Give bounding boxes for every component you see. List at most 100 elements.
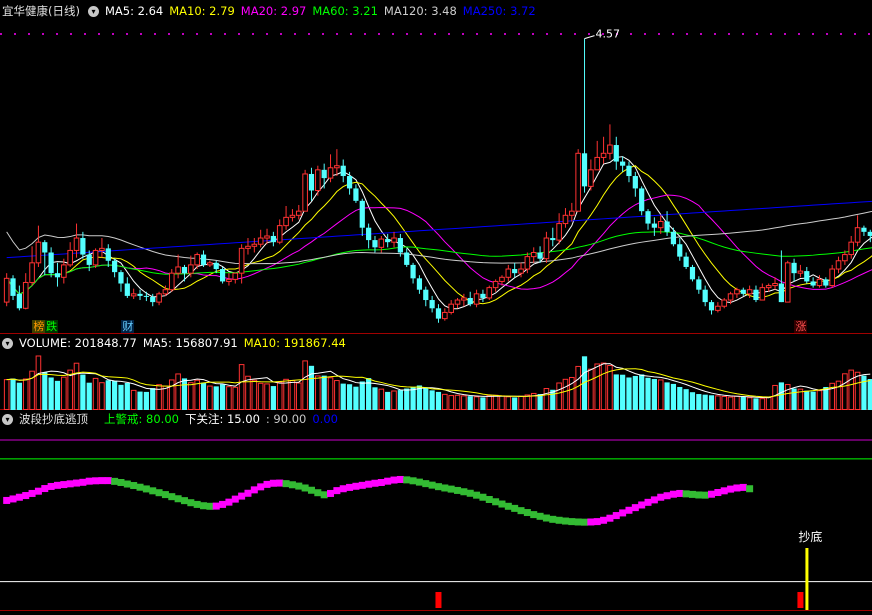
volume-bar [283,378,289,410]
indicator-point [473,491,481,499]
indicator-point [187,499,195,507]
candle [632,176,638,189]
volume-bar [689,392,696,410]
candle [530,252,537,258]
event-tag[interactable]: 涨 [794,320,808,333]
indicator-point [238,492,246,500]
candle [683,256,689,267]
candle [842,254,848,262]
candle [753,289,759,301]
indicator-point [708,490,716,498]
indicator-point [739,483,747,491]
indicator-point [638,501,646,509]
candle [702,289,708,303]
indicator-point [206,502,214,510]
volume-bar [238,364,245,411]
volume-bar [99,382,105,410]
candle [727,293,734,301]
guide-dot [826,33,828,35]
indicator-point [47,482,55,490]
volume-bar [429,390,435,410]
legend-item: MA20: 2.97 [240,4,307,18]
event-tag[interactable]: 榜 [32,320,46,333]
indicator-point [225,498,233,506]
candle [308,173,315,191]
indicator-point [288,481,296,489]
indicator-point [352,482,360,490]
legend-item: MA10: 191867.44 [243,336,346,350]
candle [48,252,54,274]
chevron-down-icon[interactable]: ▾ [87,5,99,17]
indicator-point [174,495,182,503]
guide-dot [322,33,324,35]
ma-legend: MA5: 2.64 MA10: 2.79 MA20: 2.97 MA60: 3.21 M… [105,3,542,19]
guide-dot [448,33,450,35]
indicator-point [98,477,106,485]
legend-item: 上警戒: 80.00 [104,412,179,426]
volume-bar [639,374,645,410]
candle [657,221,664,229]
signal-bar [435,592,442,608]
indicator-point [193,500,201,508]
volume-bar [734,395,740,410]
indicator-point [358,481,366,489]
candle [461,297,467,301]
indicator-point [250,486,258,494]
signal-bar [797,592,804,608]
guide-dot [434,33,436,35]
guide-dot [280,33,282,35]
volume-bar [251,379,258,411]
candle [784,262,791,303]
indicator-point [428,481,436,489]
volume-bar [740,396,746,410]
volume-bar [486,395,493,411]
stock-chart: 4.57 抄底 [0,28,872,611]
indicator-point [492,498,500,506]
volume-bar [112,380,118,410]
legend-item: MA5: 156807.91 [142,336,238,350]
candle [639,188,645,212]
volume-bar [854,371,861,410]
guide-dot [196,33,198,35]
candle [518,268,524,274]
guide-dot [742,33,744,35]
indicator-point [136,483,144,491]
indicator-point [327,489,335,497]
chevron-down-icon[interactable]: ▾ [2,337,13,349]
volume-bar [359,381,365,410]
candle [295,210,302,216]
indicator-point [269,479,277,487]
candle [480,293,486,298]
volume-bar [626,377,632,410]
indicator-point [53,481,61,489]
guide-dot [798,33,800,35]
volume-bar [61,376,67,410]
legend-item: MA5: 2.64 [104,4,164,18]
indicator-name: 波段抄底逃顶 [19,412,88,426]
event-tag[interactable]: 跌 [45,320,59,333]
candle [67,249,73,266]
candle [740,289,746,294]
candle [112,260,118,273]
candle [346,176,353,189]
candle [664,221,670,232]
guide-dot [126,33,128,35]
volume-bar [448,395,454,411]
candle [188,264,194,274]
event-tag[interactable]: 财 [121,320,135,333]
guide-dot [210,33,212,35]
candle [10,278,16,296]
volume-bar [302,360,308,410]
candle [467,297,473,305]
candle [645,211,651,224]
volume-bar [492,394,499,411]
candle [848,241,855,256]
candle [429,300,435,309]
volume-bar [702,394,708,410]
candle [137,293,143,296]
chevron-down-icon[interactable]: ▾ [2,413,13,425]
candle [607,144,613,154]
candle [251,243,258,247]
candle [42,242,48,253]
indicator-point [73,479,81,487]
